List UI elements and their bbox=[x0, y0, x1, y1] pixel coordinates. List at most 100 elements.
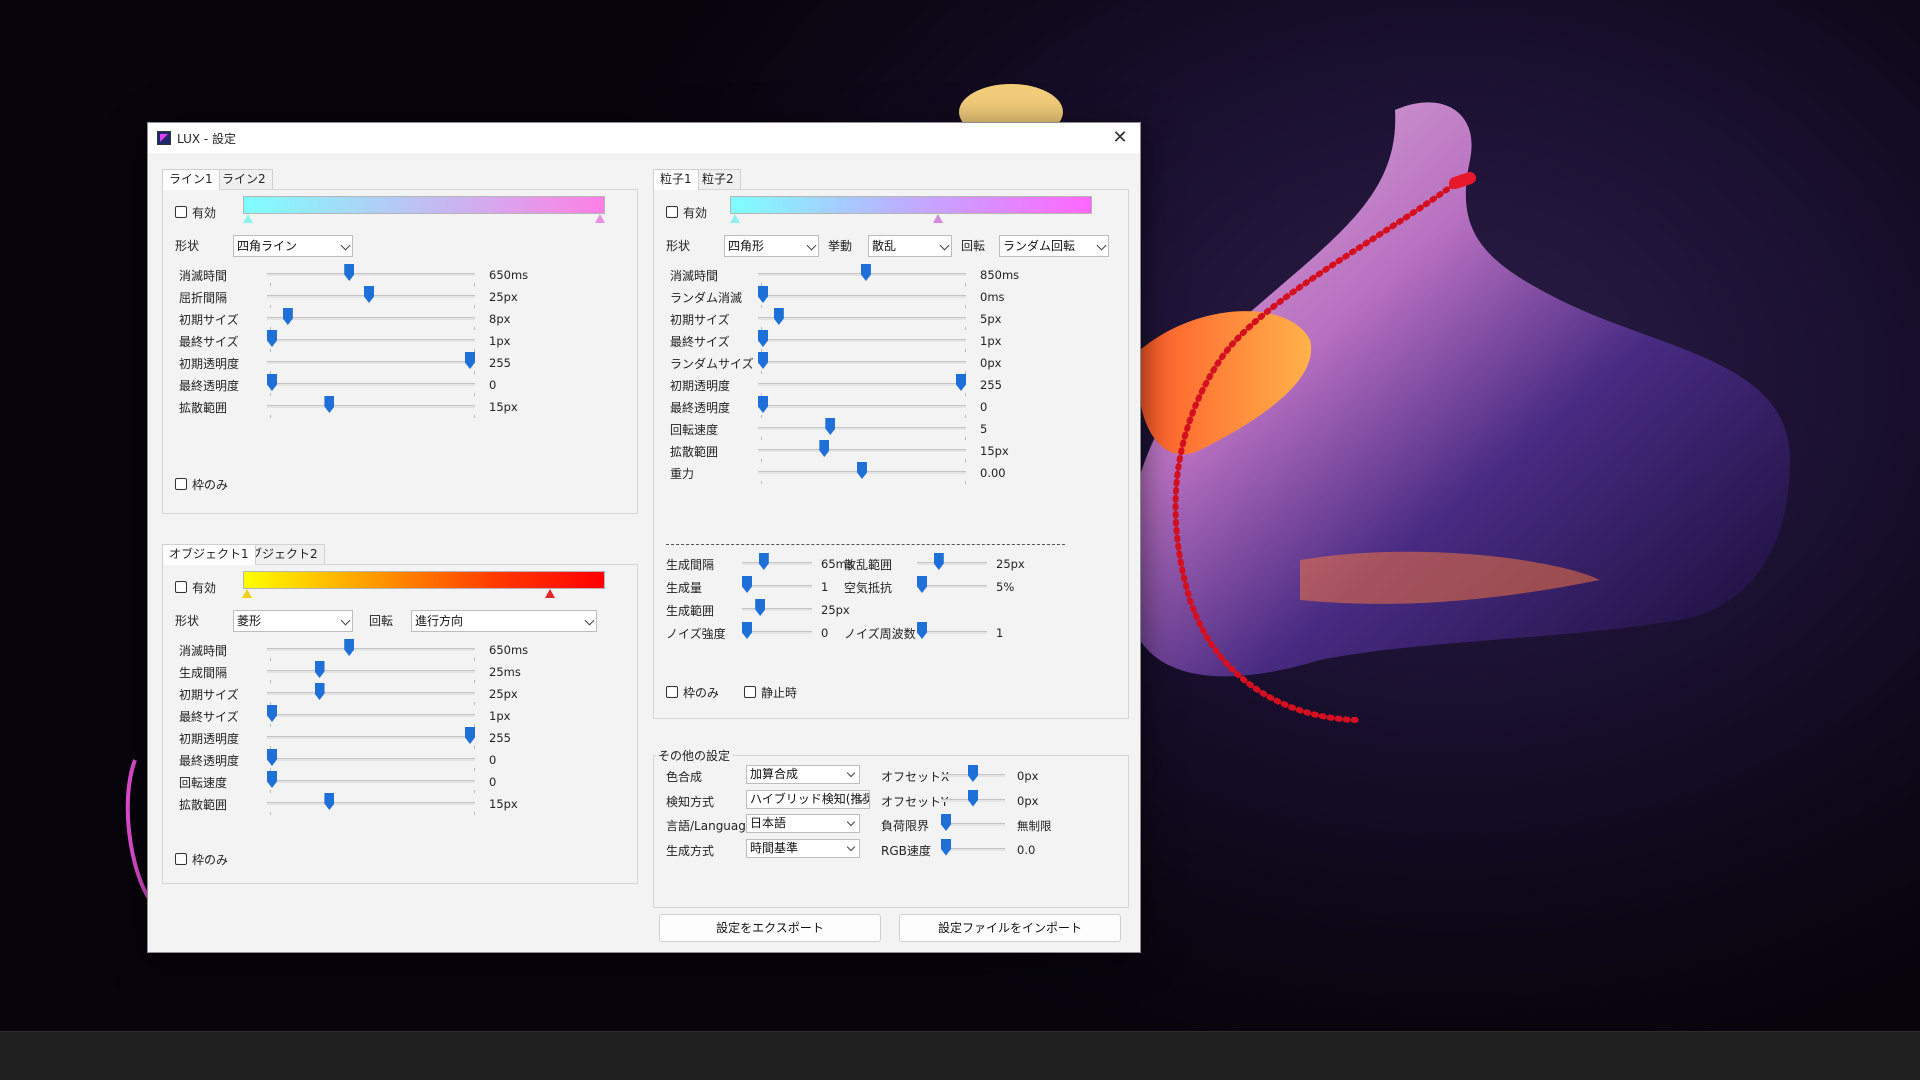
slider-thumb[interactable] bbox=[917, 576, 927, 593]
slider-thumb[interactable] bbox=[465, 727, 475, 744]
slider-thumb[interactable] bbox=[968, 765, 978, 782]
slider[interactable] bbox=[941, 837, 1005, 861]
slider[interactable] bbox=[758, 350, 966, 374]
slider-thumb[interactable] bbox=[758, 352, 768, 369]
slider[interactable] bbox=[267, 791, 475, 815]
slider[interactable] bbox=[267, 703, 475, 727]
slider[interactable] bbox=[758, 438, 966, 462]
slider[interactable] bbox=[917, 574, 987, 598]
line-enabled-checkbox[interactable] bbox=[175, 206, 187, 218]
slider[interactable] bbox=[941, 763, 1005, 787]
slider-thumb[interactable] bbox=[324, 793, 335, 810]
slider-thumb[interactable] bbox=[742, 576, 752, 593]
slider-thumb[interactable] bbox=[755, 599, 766, 616]
slider[interactable] bbox=[267, 350, 475, 374]
slider[interactable] bbox=[758, 328, 966, 352]
particle-outline-checkbox[interactable] bbox=[666, 686, 678, 698]
gradient-end-marker[interactable] bbox=[545, 589, 555, 598]
slider[interactable] bbox=[758, 394, 966, 418]
slider[interactable] bbox=[267, 659, 475, 683]
slider-thumb[interactable] bbox=[941, 838, 951, 856]
slider-thumb[interactable] bbox=[314, 683, 325, 700]
slider-thumb[interactable] bbox=[267, 705, 277, 722]
slider-thumb[interactable] bbox=[956, 374, 966, 391]
other-setting-select[interactable]: 日本語 bbox=[746, 814, 860, 833]
slider-thumb[interactable] bbox=[968, 789, 978, 807]
gradient-start-marker[interactable] bbox=[243, 214, 253, 223]
slider-thumb[interactable] bbox=[465, 352, 475, 369]
slider-thumb[interactable] bbox=[282, 308, 293, 325]
slider-thumb[interactable] bbox=[344, 639, 355, 656]
object-rotation-select[interactable]: 進行方向 bbox=[411, 610, 597, 632]
line-color-gradient[interactable] bbox=[243, 196, 605, 214]
slider[interactable] bbox=[267, 747, 475, 771]
particle-rotation-select[interactable]: ランダム回転 bbox=[999, 235, 1109, 257]
slider[interactable] bbox=[742, 620, 812, 644]
slider-thumb[interactable] bbox=[314, 661, 325, 678]
slider[interactable] bbox=[941, 812, 1005, 836]
gradient-end-marker[interactable] bbox=[595, 214, 605, 223]
close-button[interactable]: ✕ bbox=[1100, 123, 1140, 153]
slider-thumb[interactable] bbox=[324, 396, 335, 413]
other-setting-select[interactable]: 加算合成 bbox=[746, 765, 860, 784]
particle-color-gradient[interactable] bbox=[730, 196, 1092, 214]
slider-thumb[interactable] bbox=[857, 462, 867, 479]
other-setting-select[interactable]: 時間基準 bbox=[746, 838, 860, 858]
slider[interactable] bbox=[742, 574, 812, 598]
slider-thumb[interactable] bbox=[917, 622, 927, 639]
slider-thumb[interactable] bbox=[742, 622, 752, 639]
slider[interactable] bbox=[758, 284, 966, 308]
tab-particle2[interactable]: 粒子2 bbox=[695, 169, 741, 189]
slider[interactable] bbox=[267, 284, 475, 308]
particle-enabled-checkbox[interactable] bbox=[666, 206, 678, 218]
slider[interactable] bbox=[758, 306, 966, 330]
tab-object1[interactable]: オブジェクト1 bbox=[162, 544, 256, 565]
slider[interactable] bbox=[267, 725, 475, 749]
other-setting-select[interactable]: ハイブリッド検知(推奨) bbox=[746, 789, 870, 809]
slider-thumb[interactable] bbox=[773, 308, 784, 325]
line-outline-checkbox[interactable] bbox=[175, 478, 187, 490]
import-button[interactable]: 設定ファイルをインポート bbox=[899, 914, 1121, 942]
slider-thumb[interactable] bbox=[758, 286, 768, 303]
gradient-mid-marker[interactable] bbox=[933, 214, 943, 223]
slider-thumb[interactable] bbox=[933, 553, 944, 570]
slider[interactable] bbox=[742, 551, 812, 575]
slider[interactable] bbox=[917, 620, 987, 644]
slider[interactable] bbox=[267, 306, 475, 330]
gradient-start-marker[interactable] bbox=[242, 589, 252, 598]
slider[interactable] bbox=[267, 372, 475, 396]
particle-shape-select[interactable]: 四角形 bbox=[724, 235, 819, 257]
slider-thumb[interactable] bbox=[267, 330, 277, 347]
slider-thumb[interactable] bbox=[267, 771, 277, 788]
slider[interactable] bbox=[742, 597, 812, 621]
slider[interactable] bbox=[267, 262, 475, 286]
slider[interactable] bbox=[941, 788, 1005, 812]
slider[interactable] bbox=[758, 416, 966, 440]
gradient-start-marker[interactable] bbox=[730, 214, 740, 223]
slider-thumb[interactable] bbox=[819, 440, 830, 457]
tab-line1[interactable]: ライン1 bbox=[162, 169, 220, 190]
particle-still-checkbox[interactable] bbox=[744, 686, 756, 698]
line-shape-select[interactable]: 四角ライン bbox=[233, 235, 353, 257]
slider-thumb[interactable] bbox=[758, 396, 768, 413]
slider[interactable] bbox=[758, 262, 966, 286]
object-enabled-checkbox[interactable] bbox=[175, 581, 187, 593]
slider-thumb[interactable] bbox=[267, 374, 277, 391]
slider-thumb[interactable] bbox=[758, 553, 769, 570]
export-button[interactable]: 設定をエクスポート bbox=[659, 914, 881, 942]
slider[interactable] bbox=[267, 637, 475, 661]
slider[interactable] bbox=[758, 372, 966, 396]
slider[interactable] bbox=[267, 769, 475, 793]
slider-thumb[interactable] bbox=[825, 418, 836, 435]
slider-thumb[interactable] bbox=[941, 814, 951, 831]
slider[interactable] bbox=[267, 328, 475, 352]
slider-thumb[interactable] bbox=[758, 330, 768, 347]
particle-behavior-select[interactable]: 散乱 bbox=[868, 235, 952, 257]
slider[interactable] bbox=[267, 394, 475, 418]
slider[interactable] bbox=[758, 460, 966, 484]
object-outline-checkbox[interactable] bbox=[175, 853, 187, 865]
slider-thumb[interactable] bbox=[860, 264, 871, 281]
object-shape-select[interactable]: 菱形 bbox=[233, 610, 353, 632]
tab-particle1[interactable]: 粒子1 bbox=[653, 169, 699, 190]
slider-thumb[interactable] bbox=[364, 286, 375, 303]
